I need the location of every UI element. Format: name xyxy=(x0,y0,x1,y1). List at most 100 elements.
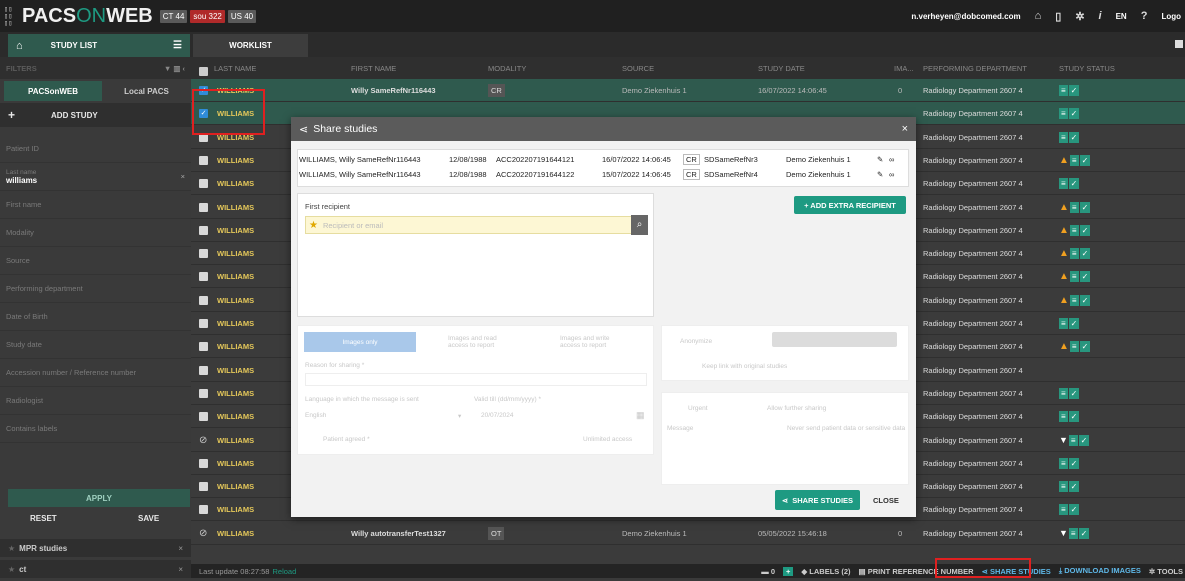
add-icon[interactable]: + xyxy=(783,566,794,576)
row-checkbox[interactable] xyxy=(199,225,208,235)
row-checkbox[interactable] xyxy=(199,482,208,492)
source-pacsonweb[interactable]: PACSonWEB xyxy=(4,81,102,101)
add-extra-recipient-button[interactable]: + ADD EXTRA RECIPIENT xyxy=(794,196,906,214)
reload-link[interactable]: Reload xyxy=(272,567,296,576)
help-icon[interactable]: ? xyxy=(1141,10,1148,22)
filter-field[interactable]: Modality xyxy=(0,219,191,247)
folder-count[interactable]: ▬ 0 xyxy=(761,567,775,576)
filter-tools-icon[interactable]: ▼ ▥ ‹ xyxy=(164,64,185,73)
row-checkbox[interactable] xyxy=(199,202,208,212)
row-checkbox[interactable] xyxy=(199,458,208,468)
tab-worklist[interactable]: WORKLIST xyxy=(193,34,308,57)
filter-field[interactable]: Accession number / Reference number xyxy=(0,359,191,387)
header-performing-department[interactable]: PERFORMING DEPARTMENT xyxy=(923,64,1027,73)
info-icon[interactable]: i xyxy=(1099,10,1102,22)
anonymize-options-button[interactable] xyxy=(772,332,897,347)
calendar-icon[interactable]: ▦ xyxy=(636,410,645,421)
logout-link[interactable]: Logo xyxy=(1161,12,1181,21)
panel-toggle-icon[interactable] xyxy=(1175,40,1183,48)
tab-study-list[interactable]: ⌂ STUDY LIST ☰ xyxy=(8,34,190,57)
option-images-only[interactable]: Images only xyxy=(304,332,416,352)
recipient-input[interactable]: ★ Recipient or email i xyxy=(305,216,647,234)
list-icon[interactable]: ☰ xyxy=(173,40,182,51)
status-badge: ≡ ✓ xyxy=(1059,382,1080,405)
edit-icon[interactable]: ✎ xyxy=(877,155,883,164)
message-input[interactable]: Never send patient data or sensitive dat… xyxy=(787,425,905,432)
reason-input[interactable] xyxy=(305,373,647,386)
urgent-checkbox[interactable]: Urgent xyxy=(688,405,708,412)
table-row[interactable]: ✓ WILLIAMS Willy SameRefNr116443 CR Demo Zie… xyxy=(191,79,1185,102)
labels-button[interactable]: ◆ LABELS (2) xyxy=(801,567,850,576)
row-checkbox[interactable] xyxy=(199,388,208,398)
row-checkbox[interactable] xyxy=(199,365,208,375)
gear-icon[interactable]: ✲ xyxy=(1075,10,1084,23)
filter-field[interactable]: Performing department xyxy=(0,275,191,303)
app-logo[interactable]: ▯▯ ▯▯ ▯▯ PACSONWEB CT 44 sou 322 US 40 xyxy=(4,5,257,28)
home-icon[interactable]: ⌂ xyxy=(1035,10,1042,22)
star-icon[interactable]: ★ xyxy=(8,544,15,553)
source-local-pacs[interactable]: Local PACS xyxy=(102,87,191,96)
share-studies-submit-button[interactable]: ⋖ SHARE STUDIES xyxy=(775,490,860,510)
edit-icon[interactable]: ✎ xyxy=(877,170,883,179)
star-icon[interactable]: ★ xyxy=(8,565,15,574)
download-images-button[interactable]: ⤓ DOWNLOAD IMAGES xyxy=(1059,566,1141,576)
row-checkbox[interactable] xyxy=(199,319,208,328)
tools-button[interactable]: ✲ TOOLS xyxy=(1149,567,1183,576)
unlimited-access-checkbox[interactable]: Unlimited access xyxy=(583,436,632,443)
apply-button[interactable]: APPLY xyxy=(8,489,190,507)
saved-filter-item[interactable]: ★ ct × xyxy=(0,560,191,578)
close-icon[interactable]: × xyxy=(902,123,908,135)
count-badge[interactable]: US 40 xyxy=(227,9,257,23)
filter-field[interactable]: Last name williams × xyxy=(0,163,191,191)
option-read-access[interactable]: Images and read access to report xyxy=(448,335,508,349)
saved-filter-item[interactable]: ★ MPR studies × xyxy=(0,539,191,557)
select-all-checkbox[interactable] xyxy=(199,67,208,76)
filter-field[interactable]: Source xyxy=(0,247,191,275)
header-study-date[interactable]: STUDY DATE xyxy=(758,64,805,73)
clear-icon[interactable]: × xyxy=(181,172,185,181)
header-first-name[interactable]: FIRST NAME xyxy=(351,64,396,73)
filter-field[interactable]: Date of Birth xyxy=(0,303,191,331)
language-selector[interactable]: EN xyxy=(1116,12,1127,21)
row-checkbox[interactable] xyxy=(199,342,208,352)
header-last-name[interactable]: LAST NAME xyxy=(214,64,256,73)
close-button[interactable]: CLOSE xyxy=(873,496,899,505)
header-source[interactable]: SOURCE xyxy=(622,64,654,73)
row-checkbox[interactable] xyxy=(199,295,208,305)
window-icon[interactable]: ▯ xyxy=(1055,10,1061,23)
user-email[interactable]: n.verheyen@dobcomed.com xyxy=(911,12,1020,21)
save-button[interactable]: SAVE xyxy=(138,514,159,523)
add-study-button[interactable]: + ADD STUDY xyxy=(0,103,191,127)
header-images[interactable]: IMA... xyxy=(894,64,914,73)
row-checkbox[interactable] xyxy=(199,505,208,515)
filter-field[interactable]: Contains labels xyxy=(0,415,191,443)
close-icon[interactable]: × xyxy=(178,565,183,574)
keep-link-checkbox[interactable]: Keep link with original studies xyxy=(702,363,787,370)
anonymize-toggle[interactable]: Anonymize xyxy=(680,338,712,345)
close-icon[interactable]: × xyxy=(178,544,183,553)
header-modality[interactable]: MODALITY xyxy=(488,64,526,73)
header-study-status[interactable]: STUDY STATUS xyxy=(1059,64,1115,73)
valid-till-input[interactable]: 20/07/2024 xyxy=(481,412,514,419)
filter-field[interactable]: Radiologist xyxy=(0,387,191,415)
table-row[interactable]: ⊘ WILLIAMS Willy autotransferTest1327 OT Dem… xyxy=(191,522,1185,545)
count-badge[interactable]: sou 322 xyxy=(190,9,225,23)
department-cell: Radiology Department 2607 4 xyxy=(923,295,1023,305)
row-checkbox[interactable] xyxy=(199,412,208,422)
filter-field[interactable]: First name xyxy=(0,191,191,219)
link-icon[interactable]: ∞ xyxy=(889,170,894,179)
count-badge[interactable]: CT 44 xyxy=(159,9,188,23)
allow-further-sharing-checkbox[interactable]: Allow further sharing xyxy=(767,405,826,412)
row-checkbox[interactable] xyxy=(199,272,208,282)
filter-field[interactable]: Study date xyxy=(0,331,191,359)
search-button[interactable]: ⌕ xyxy=(631,215,648,235)
row-checkbox[interactable] xyxy=(199,249,208,259)
reset-button[interactable]: RESET xyxy=(30,514,57,523)
language-select[interactable]: English xyxy=(305,412,326,419)
row-checkbox[interactable] xyxy=(199,179,208,189)
filter-field[interactable]: Patient ID xyxy=(0,135,191,163)
option-write-access[interactable]: Images and write access to report xyxy=(560,335,625,349)
link-icon[interactable]: ∞ xyxy=(889,155,894,164)
patient-agreed-checkbox[interactable]: Patient agreed * xyxy=(323,436,370,443)
row-checkbox[interactable] xyxy=(199,155,208,165)
